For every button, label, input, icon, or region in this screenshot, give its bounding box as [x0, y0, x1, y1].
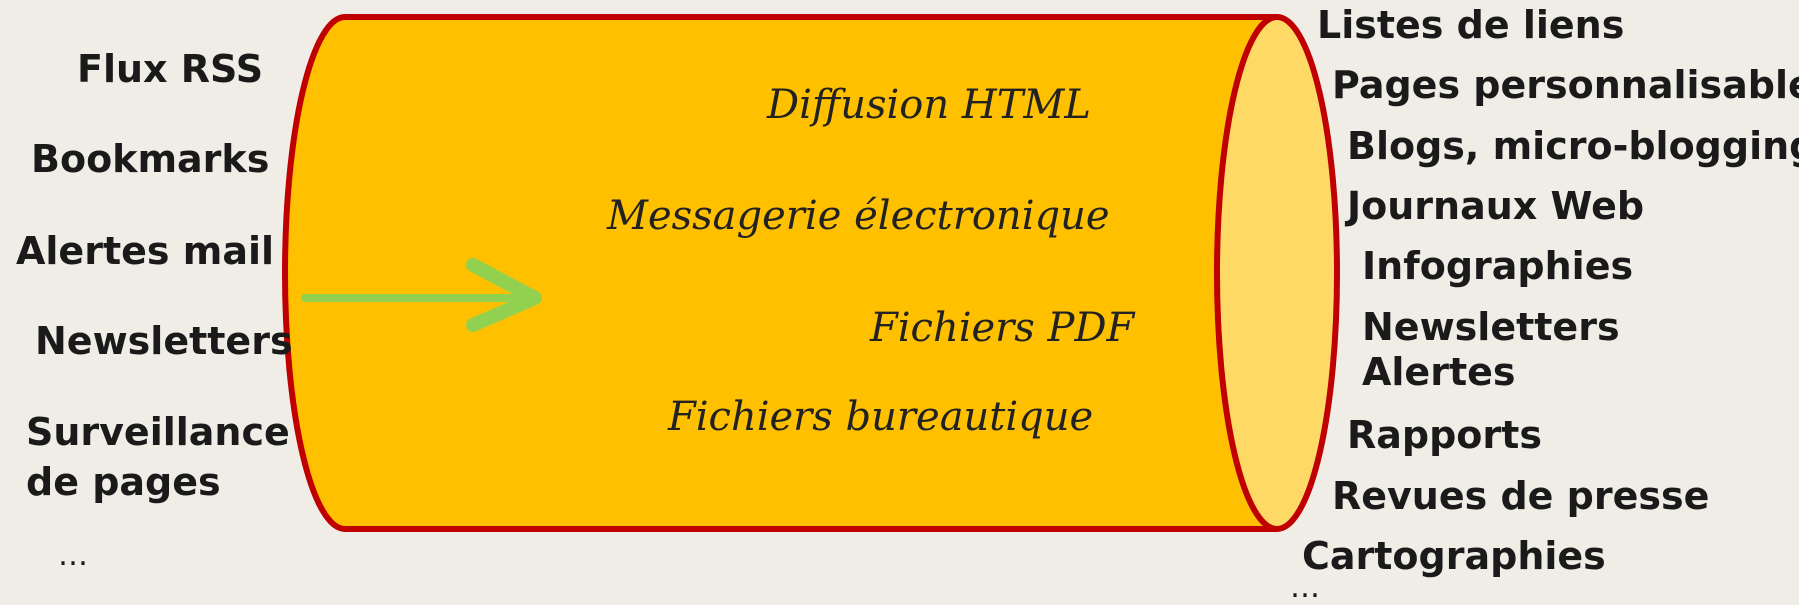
output-blogs: Blogs, micro-blogging [1347, 124, 1799, 168]
output-listes-de-liens: Listes de liens [1317, 3, 1625, 47]
output-newsletters: Newsletters [1362, 305, 1620, 349]
input-surveillance: Surveillance [26, 410, 290, 454]
cylinder-end-face [1214, 14, 1340, 532]
input-alertes-mail: Alertes mail [16, 229, 275, 273]
channel-diffusion-html: Diffusion HTML [767, 82, 1091, 128]
channel-fichiers-pdf: Fichiers PDF [870, 305, 1135, 351]
input-ellipsis: … [58, 538, 88, 573]
input-flux-rss: Flux RSS [77, 47, 264, 91]
diagram: Flux RSS Bookmarks Alertes mail Newslett… [0, 0, 1799, 605]
output-pages-personnalisables: Pages personnalisables [1332, 63, 1799, 107]
input-newsletters: Newsletters [35, 319, 293, 363]
channel-fichiers-bureautique: Fichiers bureautique [668, 394, 1094, 440]
output-revues-de-presse: Revues de presse [1332, 474, 1710, 518]
input-bookmarks: Bookmarks [31, 137, 270, 181]
output-journaux-web: Journaux Web [1347, 184, 1645, 228]
output-cartographies: Cartographies [1302, 534, 1606, 578]
channel-messagerie: Messagerie électronique [607, 193, 1110, 239]
input-de-pages: de pages [26, 460, 221, 504]
output-alertes: Alertes [1362, 350, 1516, 394]
output-rapports: Rapports [1347, 413, 1542, 457]
output-ellipsis: … [1290, 570, 1320, 605]
output-infographies: Infographies [1362, 244, 1634, 288]
